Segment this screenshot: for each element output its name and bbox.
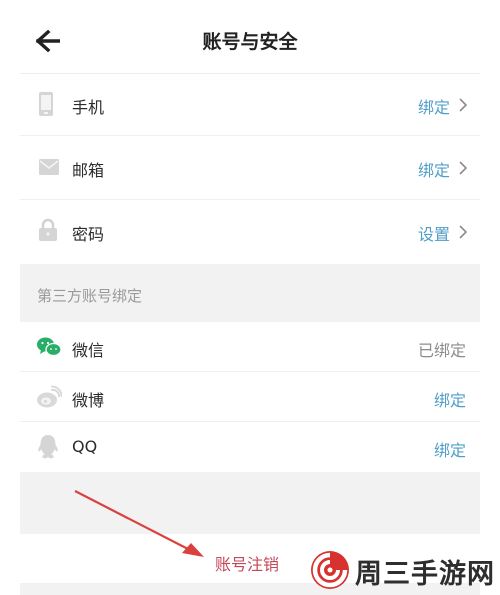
account-deletion-button[interactable]: 账号注销 — [215, 551, 279, 575]
qq-label: QQ — [72, 437, 98, 456]
password-row[interactable]: 密码 设置 — [20, 200, 480, 264]
chevron-right-icon — [459, 225, 467, 239]
chevron-right-icon — [459, 98, 467, 112]
header-bar: 账号与安全 — [20, 0, 480, 74]
wechat-label: 微信 — [72, 341, 105, 360]
weibo-bind-button[interactable]: 绑定 — [434, 387, 466, 411]
watermark-text: 周三手游网 — [355, 559, 495, 590]
page-title: 账号与安全 — [202, 31, 298, 53]
qq-icon — [38, 435, 58, 459]
phone-bind-button[interactable]: 绑定 — [418, 94, 450, 118]
weibo-icon — [37, 385, 62, 408]
wechat-icon — [37, 337, 62, 357]
spacer-band — [20, 472, 480, 534]
phone-label: 手机 — [72, 98, 105, 117]
phone-icon — [39, 92, 53, 116]
swirl-logo-icon — [311, 551, 349, 589]
password-set-button[interactable]: 设置 — [418, 221, 450, 245]
wechat-status: 已绑定 — [417, 341, 466, 360]
section-title: 第三方账号绑定 — [37, 287, 143, 305]
qq-row[interactable]: QQ 绑定 — [20, 422, 480, 472]
password-label: 密码 — [72, 225, 105, 244]
watermark: 周三手游网 — [306, 546, 500, 595]
email-row[interactable]: 邮箱 绑定 — [20, 136, 480, 200]
qq-bind-button[interactable]: 绑定 — [434, 437, 466, 461]
weibo-label: 微博 — [72, 391, 105, 410]
chevron-right-icon — [459, 161, 467, 175]
email-label: 邮箱 — [72, 161, 105, 180]
envelope-icon — [39, 159, 59, 175]
wechat-row[interactable]: 微信 已绑定 — [20, 322, 480, 372]
phone-row[interactable]: 手机 绑定 — [20, 74, 480, 136]
weibo-row[interactable]: 微博 绑定 — [20, 372, 480, 422]
lock-icon — [39, 218, 57, 241]
email-bind-button[interactable]: 绑定 — [418, 157, 450, 181]
